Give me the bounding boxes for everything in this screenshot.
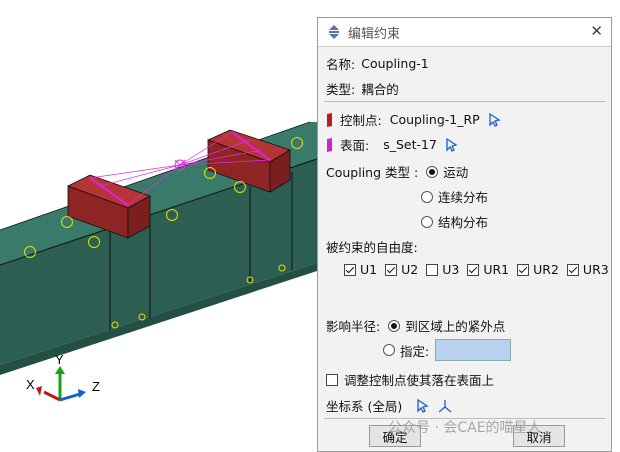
dialog-titlebar[interactable]: 编辑约束 ✕: [318, 18, 611, 47]
select-arrow-icon[interactable]: [445, 137, 459, 152]
coupling-type-row: Coupling 类型 : 运动: [326, 162, 468, 181]
type-value: 耦合的: [361, 82, 399, 97]
dof-ur1-label: UR1: [483, 262, 510, 277]
name-label: 名称:: [326, 57, 356, 72]
dof-u1-label: U1: [360, 262, 378, 277]
checkbox-u3[interactable]: [426, 263, 439, 276]
influence-radius-input[interactable]: [435, 339, 512, 361]
dof-u3[interactable]: U3: [426, 262, 459, 277]
name-value: Coupling-1: [361, 56, 429, 71]
surface-row: 表面: s_Set-17: [326, 135, 459, 154]
surface-label: 表面:: [340, 138, 370, 153]
type-row: 类型: 耦合的: [326, 79, 399, 98]
edit-constraint-dialog: 编辑约束 ✕ 名称: Coupling-1 类型: 耦合的 控制点: Coupl…: [317, 17, 612, 452]
dialog-title: 编辑约束: [348, 26, 401, 42]
checkbox-ur3[interactable]: [566, 263, 579, 276]
control-point-flag-icon: [327, 112, 332, 127]
type-label: 类型:: [326, 82, 356, 97]
axis-z-label: Z: [92, 379, 100, 394]
dof-label-row: 被约束的自由度:: [326, 237, 418, 256]
axis-x-label: X: [26, 377, 35, 392]
csys-triad-icon[interactable]: [438, 399, 452, 413]
dof-u2-label: U2: [401, 262, 419, 277]
cancel-button[interactable]: 取消: [513, 425, 565, 447]
axis-y-label: Y: [55, 352, 64, 367]
coupling-type-label: Coupling 类型 :: [326, 165, 419, 180]
adjust-row[interactable]: 调整控制点使其落在表面上: [326, 370, 494, 389]
influence-outermost-radio[interactable]: [388, 319, 401, 332]
dof-ur2[interactable]: UR2: [517, 262, 559, 277]
influence-specify-row: 指定:: [383, 339, 512, 361]
dof-ur1[interactable]: UR1: [467, 262, 509, 277]
dof-u1[interactable]: U1: [344, 262, 377, 277]
dof-ur3[interactable]: UR3: [566, 262, 609, 277]
influence-outermost-label: 到区域上的紧外点: [405, 319, 506, 334]
adjust-control-point-label: 调整控制点使其落在表面上: [344, 373, 495, 388]
control-point-value: Coupling-1_RP: [389, 112, 480, 127]
influence-specify-label: 指定:: [400, 343, 430, 359]
coupling-structural-radio[interactable]: [421, 215, 433, 228]
influence-label: 影响半径:: [326, 319, 381, 334]
coupling-continuum-row[interactable]: 连续分布: [421, 187, 488, 206]
select-arrow-icon[interactable]: [488, 112, 502, 127]
close-icon[interactable]: ✕: [590, 22, 603, 40]
coupling-option-label: 连续分布: [438, 190, 489, 205]
csys-row: 坐标系 (全局): [326, 396, 452, 415]
control-point-row: 控制点: Coupling-1_RP: [326, 110, 502, 129]
dof-row: U1 U2 U3 UR1 UR2 UR3: [344, 262, 609, 277]
select-arrow-icon[interactable]: [416, 398, 430, 413]
checkbox-u1[interactable]: [344, 263, 356, 276]
dof-u2[interactable]: U2: [385, 262, 418, 277]
abaqus-app-icon: [329, 25, 339, 39]
dof-ur2-label: UR2: [533, 262, 559, 277]
name-row: 名称: Coupling-1: [326, 54, 429, 73]
ok-button[interactable]: 确定: [369, 425, 421, 447]
surface-flag-icon: [327, 137, 332, 152]
influence-row: 影响半径: 到区域上的紧外点: [326, 316, 505, 335]
checkbox-ur2[interactable]: [517, 263, 530, 276]
coupling-structural-row[interactable]: 结构分布: [421, 212, 488, 231]
dof-ur3-label: UR3: [582, 262, 609, 277]
axis-triad: Y X Z: [26, 352, 100, 402]
checkbox-ur1[interactable]: [467, 263, 480, 276]
coupling-continuum-radio[interactable]: [421, 190, 433, 203]
influence-specify-radio[interactable]: [383, 344, 395, 356]
checkbox-u2[interactable]: [385, 263, 398, 276]
coupling-option-label: 运动: [443, 165, 469, 180]
adjust-control-point-checkbox[interactable]: [326, 373, 338, 386]
coupling-kinematic-radio[interactable]: [426, 165, 439, 178]
coupling-option-label: 结构分布: [438, 215, 489, 230]
dof-label: 被约束的自由度:: [326, 240, 418, 255]
surface-value: s_Set-17: [383, 137, 437, 152]
dof-u3-label: U3: [442, 262, 460, 277]
control-point-label: 控制点:: [340, 113, 382, 128]
csys-label: 坐标系 (全局): [326, 399, 403, 414]
